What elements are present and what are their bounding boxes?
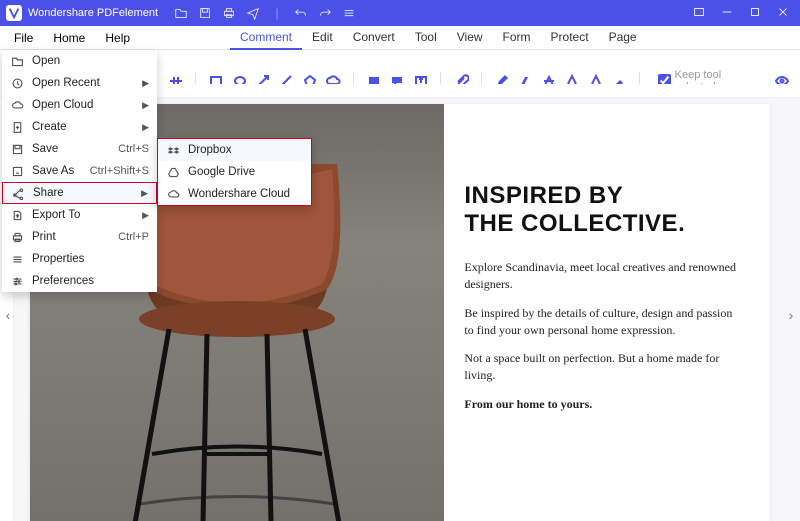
tab-form[interactable]: Form bbox=[493, 26, 541, 50]
page-text: INSPIRED BY THE COLLECTIVE. Explore Scan… bbox=[444, 104, 770, 521]
saveas-icon bbox=[10, 164, 24, 178]
close-icon[interactable] bbox=[776, 5, 790, 22]
recent-icon bbox=[10, 76, 24, 90]
minimize-icon[interactable] bbox=[720, 5, 734, 22]
cloud-icon bbox=[10, 98, 24, 112]
menu-item-label: Dropbox bbox=[188, 144, 303, 156]
menu-item-label: Wondershare Cloud bbox=[188, 188, 303, 200]
app-logo bbox=[6, 5, 22, 21]
file-menu-item-properties[interactable]: Properties bbox=[2, 248, 157, 270]
qat-open-icon[interactable] bbox=[174, 6, 188, 20]
create-icon bbox=[10, 120, 24, 134]
tab-tool[interactable]: Tool bbox=[405, 26, 447, 50]
wondershare-cloud-icon bbox=[166, 187, 180, 201]
file-menu-item-create[interactable]: Create ▶ bbox=[2, 116, 157, 138]
menu-item-shortcut: Ctrl+P bbox=[118, 231, 149, 243]
file-menu-item-print[interactable]: Print Ctrl+P bbox=[2, 226, 157, 248]
para-4: From our home to yours. bbox=[464, 396, 742, 413]
google-drive-icon bbox=[166, 165, 180, 179]
menu-item-label: Google Drive bbox=[188, 166, 303, 178]
prev-page-chevron[interactable]: ‹ bbox=[2, 303, 14, 327]
menu-item-label: Preferences bbox=[32, 275, 149, 287]
save-icon bbox=[10, 142, 24, 156]
para-1: Explore Scandinavia, meet local creative… bbox=[464, 259, 742, 293]
menu-help[interactable]: Help bbox=[95, 27, 140, 49]
submenu-arrow-icon: ▶ bbox=[142, 100, 149, 111]
menu-item-label: Open bbox=[32, 55, 149, 67]
window-controls bbox=[692, 5, 790, 22]
qat-undo-icon[interactable] bbox=[294, 6, 308, 20]
share-item-dropbox[interactable]: Dropbox bbox=[158, 139, 311, 161]
submenu-arrow-icon: ▶ bbox=[142, 122, 149, 133]
tab-protect[interactable]: Protect bbox=[541, 26, 599, 50]
menu-item-label: Properties bbox=[32, 253, 149, 265]
dropbox-icon bbox=[166, 143, 180, 157]
qat-print-icon[interactable] bbox=[222, 6, 236, 20]
file-menu-item-save[interactable]: Save Ctrl+S bbox=[2, 138, 157, 160]
titlebar: Wondershare PDFelement | bbox=[0, 0, 800, 26]
share-icon bbox=[11, 186, 25, 200]
file-menu-item-share[interactable]: Share ▶ bbox=[2, 182, 157, 204]
open-icon bbox=[10, 54, 24, 68]
submenu-arrow-icon: ▶ bbox=[141, 188, 148, 199]
page-heading: INSPIRED BY THE COLLECTIVE. bbox=[464, 182, 742, 237]
export-icon bbox=[10, 208, 24, 222]
submenu-arrow-icon: ▶ bbox=[142, 78, 149, 89]
heading-line-1: INSPIRED BY bbox=[464, 182, 623, 209]
share-item-google-drive[interactable]: Google Drive bbox=[158, 161, 311, 183]
properties-icon bbox=[10, 252, 24, 266]
menu-item-label: Save bbox=[32, 143, 110, 155]
tab-edit[interactable]: Edit bbox=[302, 26, 343, 50]
tab-page[interactable]: Page bbox=[599, 26, 647, 50]
menu-item-shortcut: Ctrl+Shift+S bbox=[90, 165, 149, 177]
menubar: File Home Help Comment Edit Convert Tool… bbox=[0, 26, 800, 50]
file-menu-item-export-to[interactable]: Export To ▶ bbox=[2, 204, 157, 226]
menu-item-label: Open Recent bbox=[32, 77, 128, 89]
menu-item-label: Create bbox=[32, 121, 128, 133]
app-name: Wondershare PDFelement bbox=[28, 7, 158, 19]
qat-send-icon[interactable] bbox=[246, 6, 260, 20]
para-2: Be inspired by the details of culture, d… bbox=[464, 305, 742, 339]
tab-comment[interactable]: Comment bbox=[230, 26, 302, 50]
menu-item-label: Open Cloud bbox=[32, 99, 128, 111]
menu-item-label: Export To bbox=[32, 209, 128, 221]
menu-file[interactable]: File bbox=[4, 27, 43, 49]
quick-access-toolbar: | bbox=[174, 6, 356, 20]
file-menu-item-open-cloud[interactable]: Open Cloud ▶ bbox=[2, 94, 157, 116]
print-icon bbox=[10, 230, 24, 244]
share-submenu-panel: Dropbox Google Drive Wondershare Cloud bbox=[157, 138, 312, 206]
menu-item-shortcut: Ctrl+S bbox=[118, 143, 149, 155]
file-menu-item-open-recent[interactable]: Open Recent ▶ bbox=[2, 72, 157, 94]
next-page-chevron[interactable]: › bbox=[785, 303, 797, 327]
menu-item-label: Share bbox=[33, 187, 127, 199]
share-item-wondershare-cloud[interactable]: Wondershare Cloud bbox=[158, 183, 311, 205]
submenu-arrow-icon: ▶ bbox=[142, 210, 149, 221]
heading-line-2: THE COLLECTIVE. bbox=[464, 210, 685, 237]
tab-convert[interactable]: Convert bbox=[343, 26, 405, 50]
para-3: Not a space built on perfection. But a h… bbox=[464, 350, 742, 384]
menu-item-label: Print bbox=[32, 231, 110, 243]
qat-redo-icon[interactable] bbox=[318, 6, 332, 20]
window-frame-icon[interactable] bbox=[692, 5, 706, 22]
menu-item-label: Save As bbox=[32, 165, 82, 177]
qat-save-icon[interactable] bbox=[198, 6, 212, 20]
menu-home[interactable]: Home bbox=[43, 27, 95, 49]
qat-customize-icon[interactable] bbox=[342, 6, 356, 20]
file-menu-panel: Open Open Recent ▶ Open Cloud ▶ Create ▶ Save Ct… bbox=[2, 50, 157, 292]
maximize-icon[interactable] bbox=[748, 5, 762, 22]
preferences-icon bbox=[10, 274, 24, 288]
tab-view[interactable]: View bbox=[447, 26, 493, 50]
file-menu-item-open[interactable]: Open bbox=[2, 50, 157, 72]
file-menu-item-save-as[interactable]: Save As Ctrl+Shift+S bbox=[2, 160, 157, 182]
file-menu-item-preferences[interactable]: Preferences bbox=[2, 270, 157, 292]
